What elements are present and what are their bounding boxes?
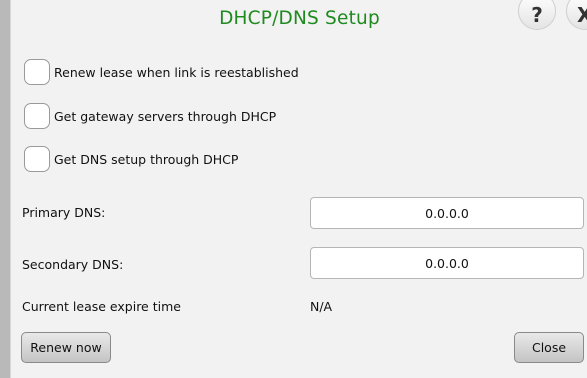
lease-expire-value: N/A	[310, 299, 333, 314]
close-button[interactable]: Close	[514, 332, 584, 363]
renew-lease-label: Renew lease when link is reestablished	[54, 64, 299, 80]
secondary-dns-label: Secondary DNS:	[22, 257, 124, 272]
dns-dhcp-option[interactable]: Get DNS setup through DHCP	[24, 145, 238, 173]
renew-lease-checkbox[interactable]	[24, 59, 50, 85]
dialog-title: DHCP/DNS Setup	[219, 8, 380, 29]
primary-dns-label: Primary DNS:	[22, 205, 106, 220]
dns-dhcp-label: Get DNS setup through DHCP	[54, 151, 239, 167]
dhcp-dns-dialog: DHCP/DNS Setup ? X Renew lease when link…	[10, 0, 587, 378]
lease-expire-label: Current lease expire time	[22, 299, 181, 314]
dns-dhcp-checkbox[interactable]	[24, 146, 50, 172]
secondary-dns-field[interactable]: 0.0.0.0	[310, 247, 584, 279]
primary-dns-field[interactable]: 0.0.0.0	[310, 197, 584, 229]
gateway-dhcp-label: Get gateway servers through DHCP	[54, 108, 277, 124]
gateway-dhcp-checkbox[interactable]	[24, 103, 50, 129]
gateway-dhcp-option[interactable]: Get gateway servers through DHCP	[24, 102, 276, 130]
renew-now-button[interactable]: Renew now	[21, 332, 111, 363]
renew-lease-option[interactable]: Renew lease when link is reestablished	[24, 58, 299, 86]
